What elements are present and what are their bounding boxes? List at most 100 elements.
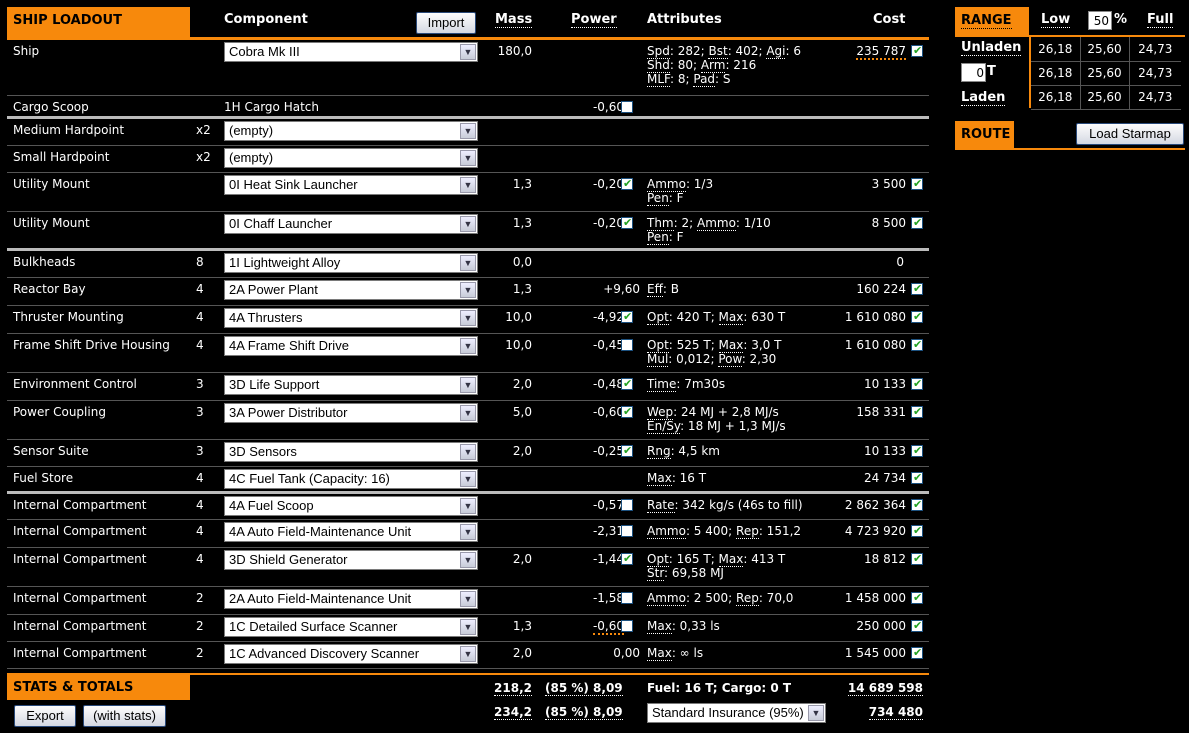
attribute-key[interactable]: Opt <box>647 338 669 353</box>
power-header[interactable]: Power <box>571 12 617 28</box>
component-select[interactable]: 4A Frame Shift Drive ▼ <box>224 336 478 356</box>
component-select[interactable]: 4A Fuel Scoop ▼ <box>224 496 478 516</box>
attribute-key[interactable]: Max <box>647 471 672 486</box>
attribute-key[interactable]: Shd <box>647 58 670 73</box>
load-starmap-button[interactable]: Load Starmap <box>1076 123 1184 145</box>
component-select[interactable]: (empty) ▼ <box>224 148 478 168</box>
power-checkbox[interactable] <box>621 177 633 190</box>
attribute-key[interactable]: MLF <box>647 72 671 87</box>
power-checkbox[interactable] <box>621 339 633 351</box>
attribute-key[interactable]: Max <box>718 310 744 325</box>
power-checkbox[interactable] <box>621 499 633 511</box>
unladen-label[interactable]: Unladen <box>961 40 1022 56</box>
component-select[interactable]: Cobra Mk III ▼ <box>224 42 478 62</box>
component-select[interactable]: 0I Chaff Launcher ▼ <box>224 214 478 234</box>
laden-label[interactable]: Laden <box>961 90 1006 106</box>
export-button[interactable]: Export <box>14 705 76 727</box>
power-checkbox[interactable] <box>621 377 633 390</box>
cost-checkbox[interactable] <box>911 471 923 484</box>
power-checkbox[interactable] <box>621 101 633 113</box>
range-low-header[interactable]: Low <box>1041 12 1071 28</box>
cost-checkbox[interactable] <box>911 44 923 57</box>
component-select[interactable]: 3D Sensors ▼ <box>224 442 478 462</box>
component-select[interactable]: 1I Lightweight Alloy ▼ <box>224 253 478 273</box>
range-full-header[interactable]: Full <box>1147 12 1174 28</box>
attribute-key[interactable]: Ammo <box>647 524 686 539</box>
cost-checkbox[interactable] <box>911 591 923 604</box>
attributes: Spd: 282; Bst: 402; Agi: 6 Shd: 80; Arm: … <box>647 44 801 87</box>
cost-checkbox[interactable] <box>911 619 923 632</box>
component-select[interactable]: 3D Shield Generator ▼ <box>224 550 478 570</box>
component-select[interactable]: 1C Detailed Surface Scanner ▼ <box>224 617 478 637</box>
cost-checkbox[interactable] <box>911 338 923 351</box>
component-select[interactable]: 3D Life Support ▼ <box>224 375 478 395</box>
attribute-line: Mul: 0,012; Pow: 2,30 <box>647 352 777 367</box>
fuel-percent-input[interactable]: 50 <box>1088 11 1112 30</box>
attribute-key[interactable]: Ammo <box>647 591 686 606</box>
component-select[interactable]: 1C Advanced Discovery Scanner ▼ <box>224 644 478 664</box>
component-select[interactable]: (empty) ▼ <box>224 121 478 141</box>
cost-checkbox[interactable] <box>911 282 923 295</box>
attribute-key[interactable]: Pen <box>647 191 669 206</box>
attribute-key[interactable]: Rng <box>647 444 671 459</box>
cost-checkbox[interactable] <box>911 498 923 511</box>
component-select[interactable]: 3A Power Distributor ▼ <box>224 403 478 423</box>
attribute-key[interactable]: Str <box>647 566 665 581</box>
attribute-key[interactable]: Pad <box>693 72 716 87</box>
attribute-key[interactable]: Eff <box>647 282 663 297</box>
attribute-key[interactable]: Wep <box>647 405 674 420</box>
cost-checkbox[interactable] <box>911 524 923 537</box>
attribute-key[interactable]: Rate <box>647 498 675 513</box>
attribute-key[interactable]: Opt <box>647 552 669 567</box>
power-checkbox[interactable] <box>621 592 633 604</box>
attribute-key[interactable]: Max <box>647 646 672 661</box>
attribute-key[interactable]: Max <box>647 619 672 634</box>
cargo-input[interactable]: 0 <box>961 63 986 82</box>
attribute-key[interactable]: Pen <box>647 230 669 245</box>
cost-checkbox[interactable] <box>911 405 923 418</box>
attribute-key[interactable]: Agi <box>766 44 786 59</box>
attribute-line: Max: 0,33 ls <box>647 619 720 634</box>
attribute-key[interactable]: Pow <box>718 352 742 367</box>
attribute-key[interactable]: Spd <box>647 44 670 59</box>
power-checkbox[interactable] <box>621 310 633 323</box>
component-select[interactable]: 0I Heat Sink Launcher ▼ <box>224 175 478 195</box>
attribute-key[interactable]: Arm <box>700 58 726 73</box>
cost-checkbox[interactable] <box>911 552 923 565</box>
attribute-key[interactable]: Time <box>647 377 677 392</box>
attribute-key[interactable]: Opt <box>647 310 669 325</box>
power-checkbox[interactable] <box>621 405 633 418</box>
attribute-key[interactable]: Ammo <box>647 177 686 192</box>
cost-checkbox[interactable] <box>911 216 923 229</box>
attribute-key[interactable]: Rep <box>736 524 759 539</box>
component-select[interactable]: 4A Thrusters ▼ <box>224 308 478 328</box>
insurance-select[interactable]: Standard Insurance (95%) ▼ <box>647 703 826 723</box>
export-with-stats-button[interactable]: (with stats) <box>83 705 166 727</box>
cost-checkbox[interactable] <box>911 377 923 390</box>
mass-header[interactable]: Mass <box>495 12 533 28</box>
attribute-key[interactable]: Max <box>718 338 744 353</box>
attribute-key[interactable]: Rep <box>736 591 759 606</box>
cost-checkbox[interactable] <box>911 646 923 659</box>
attribute-key[interactable]: Thm <box>647 216 674 231</box>
attribute-key[interactable]: Mul <box>647 352 669 367</box>
power-checkbox[interactable] <box>621 444 633 457</box>
cost-checkbox[interactable] <box>911 177 923 190</box>
power-value: -2,31 <box>592 524 624 538</box>
power-checkbox[interactable] <box>621 525 633 537</box>
attribute-key[interactable]: En/Sy <box>647 419 681 434</box>
attribute-key[interactable]: Max <box>718 552 744 567</box>
component-select[interactable]: 4A Auto Field-Maintenance Unit ▼ <box>224 522 478 542</box>
table-row: Fuel Store 4 4C Fuel Tank (Capacity: 16) ▼ M… <box>7 467 929 494</box>
import-button[interactable]: Import <box>416 12 476 34</box>
cost-checkbox[interactable] <box>911 310 923 323</box>
attribute-key[interactable]: Ammo <box>696 216 736 231</box>
power-checkbox[interactable] <box>621 552 633 565</box>
cost-checkbox[interactable] <box>911 444 923 457</box>
component-select[interactable]: 2A Auto Field-Maintenance Unit ▼ <box>224 589 478 609</box>
power-checkbox[interactable] <box>621 216 633 229</box>
attribute-key[interactable]: Bst <box>708 44 728 59</box>
power-checkbox[interactable] <box>621 620 633 632</box>
component-select[interactable]: 4C Fuel Tank (Capacity: 16) ▼ <box>224 469 478 489</box>
component-select[interactable]: 2A Power Plant ▼ <box>224 280 478 300</box>
